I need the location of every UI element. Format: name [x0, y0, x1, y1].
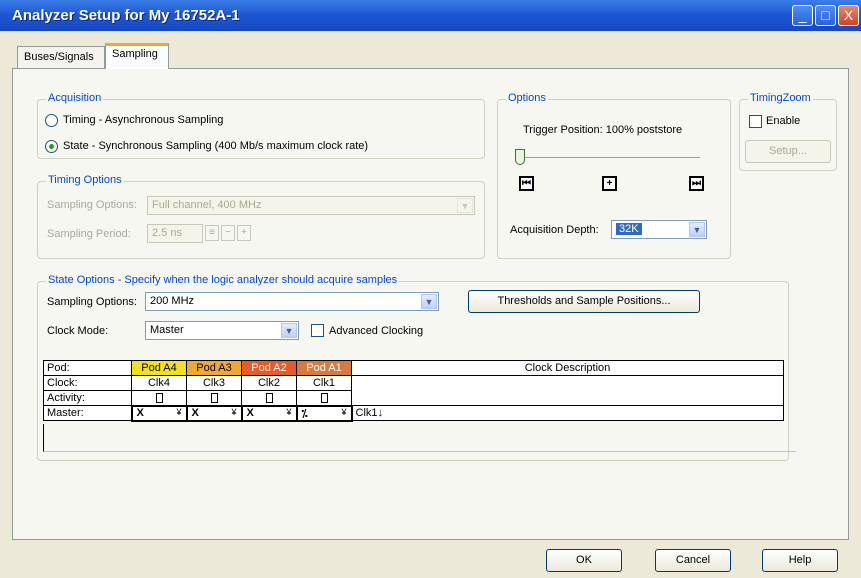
timing-zoom-label: TimingZoom [748, 92, 813, 104]
state-sampling-options-value: 200 MHz [150, 295, 195, 307]
sampling-period-increment-button[interactable]: + [237, 225, 251, 241]
clock-cell-a2: Clk2 [241, 375, 297, 391]
master-value-a2: X [246, 407, 254, 419]
chevron-down-icon: ¥ [286, 407, 292, 417]
chevron-down-icon: ▼ [281, 323, 297, 338]
activity-indicator-icon [265, 392, 273, 403]
clock-description-blank [351, 375, 784, 391]
chevron-down-icon: ▼ [689, 222, 705, 237]
chevron-down-icon: ¥ [341, 406, 347, 417]
sampling-period-value: 2.5 ns [152, 227, 182, 239]
trigger-end-icon[interactable]: ⏭ [689, 176, 704, 191]
activity-row: Activity: [43, 390, 784, 406]
pod-a1-header: Pod A1 [296, 360, 352, 376]
chevron-down-icon: ¥ [231, 407, 237, 417]
timing-radio-label: Timing - Asynchronous Sampling [63, 114, 224, 126]
title-bar[interactable]: Analyzer Setup for My 16752A-1 _ □ X [0, 0, 861, 31]
state-radio-label: State - Synchronous Sampling (400 Mb/s m… [63, 140, 369, 152]
row-label-master: Master: [43, 405, 132, 421]
analyzer-setup-window: Analyzer Setup for My 16752A-1 _ □ X Bus… [0, 0, 861, 578]
state-radio[interactable] [45, 140, 58, 153]
activity-cell-a4 [131, 390, 187, 406]
activity-indicator-icon [210, 392, 218, 403]
master-row: Master: X ¥ X ¥ X ¥ ⁒ ¥ Clk1↓ [43, 404, 784, 422]
tab-sampling[interactable]: Sampling [105, 43, 169, 69]
state-sampling-options-label: Sampling Options: [47, 296, 137, 308]
clock-cell-a1: Clk1 [296, 375, 352, 391]
acquisition-depth-select[interactable]: 32K ▼ [611, 220, 707, 239]
window-title: Analyzer Setup for My 16752A-1 [12, 7, 240, 24]
cancel-button[interactable]: Cancel [655, 549, 731, 572]
sampling-period-list-icon[interactable]: ≡ [205, 225, 219, 241]
clock-mode-select[interactable]: Master ▼ [145, 321, 299, 340]
sampling-panel: Acquisition Timing - Asynchronous Sampli… [12, 68, 849, 540]
sampling-period-field[interactable]: 2.5 ns [147, 224, 203, 243]
close-button[interactable]: X [838, 5, 859, 26]
tab-buses-signals[interactable]: Buses/Signals [17, 46, 105, 68]
pod-a3-header: Pod A3 [186, 360, 242, 376]
thresholds-button[interactable]: Thresholds and Sample Positions... [468, 290, 700, 313]
advanced-clocking-label: Advanced Clocking [329, 325, 424, 337]
acquisition-group-label: Acquisition [46, 92, 104, 104]
master-value-a1: ⁒ [301, 407, 308, 420]
row-label-pod: Pod: [43, 360, 132, 376]
pod-row: Pod: Pod A4 Pod A3 Pod A2 Pod A1 Clock D… [43, 360, 784, 376]
acquisition-depth-value: 32K [616, 223, 642, 235]
clock-row: Clock: Clk4 Clk3 Clk2 Clk1 [43, 375, 784, 391]
trigger-position-label: Trigger Position: 100% poststore [523, 124, 683, 136]
activity-description-blank [351, 390, 784, 406]
timing-radio[interactable] [45, 114, 58, 127]
master-value-a3: X [191, 407, 199, 419]
trigger-position-track [518, 157, 700, 158]
activity-cell-a2 [241, 390, 297, 406]
maximize-button[interactable]: □ [815, 5, 836, 26]
pod-a4-header: Pod A4 [131, 360, 187, 376]
clock-mode-label: Clock Mode: [47, 325, 109, 337]
activity-indicator-icon [320, 392, 328, 403]
timing-options-label: Timing Options [46, 174, 124, 186]
master-select-a2[interactable]: X ¥ [240, 404, 298, 422]
master-select-a1[interactable]: ⁒ ¥ [295, 404, 353, 422]
master-select-a3[interactable]: X ¥ [185, 404, 243, 422]
timing-zoom-setup-button[interactable]: Setup... [745, 140, 831, 163]
options-group-label: Options [506, 92, 548, 104]
chevron-down-icon: ▼ [457, 198, 473, 213]
minimize-button[interactable]: _ [792, 5, 813, 26]
clock-cell-a3: Clk3 [186, 375, 242, 391]
sampling-period-label: Sampling Period: [47, 228, 131, 240]
timing-zoom-enable-label: Enable [766, 115, 801, 127]
state-sampling-options-select[interactable]: 200 MHz ▼ [145, 292, 439, 311]
advanced-clocking-checkbox[interactable] [311, 324, 324, 337]
pod-clock-table: Pod: Pod A4 Pod A3 Pod A2 Pod A1 Clock D… [43, 360, 784, 422]
chevron-down-icon: ▼ [421, 294, 437, 309]
state-options-label: State Options - Specify when the logic a… [46, 274, 400, 286]
row-label-clock: Clock: [43, 375, 132, 391]
activity-cell-a1 [296, 390, 352, 406]
master-value-a4: X [136, 407, 144, 419]
trigger-start-icon[interactable]: ⏮ [519, 176, 534, 191]
pod-a2-header: Pod A2 [241, 360, 297, 376]
timing-options-group: Timing Options [37, 174, 485, 259]
timing-sampling-options-value: Full channel, 400 MHz [152, 199, 262, 211]
trigger-center-icon[interactable]: + [602, 176, 617, 191]
timing-sampling-options-label: Sampling Options: [47, 199, 137, 211]
clock-mode-value: Master [150, 324, 184, 336]
master-select-a4[interactable]: X ¥ [130, 404, 188, 422]
help-button[interactable]: Help [762, 549, 838, 572]
timing-sampling-options-select[interactable]: Full channel, 400 MHz ▼ [147, 196, 475, 215]
trigger-position-slider-thumb[interactable] [515, 149, 525, 165]
ok-button[interactable]: OK [546, 549, 622, 572]
activity-indicator-icon [155, 392, 163, 403]
row-label-activity: Activity: [43, 390, 132, 406]
acquisition-depth-label: Acquisition Depth: [510, 224, 599, 236]
clock-description-header: Clock Description [351, 360, 784, 376]
activity-cell-a3 [186, 390, 242, 406]
pod-table-empty-area [43, 424, 796, 452]
chevron-down-icon: ¥ [176, 407, 182, 417]
clock-description-value: Clk1↓ [351, 405, 784, 421]
clock-cell-a4: Clk4 [131, 375, 187, 391]
timing-zoom-enable-checkbox[interactable] [749, 115, 762, 128]
sampling-period-decrement-button[interactable]: − [221, 225, 235, 241]
